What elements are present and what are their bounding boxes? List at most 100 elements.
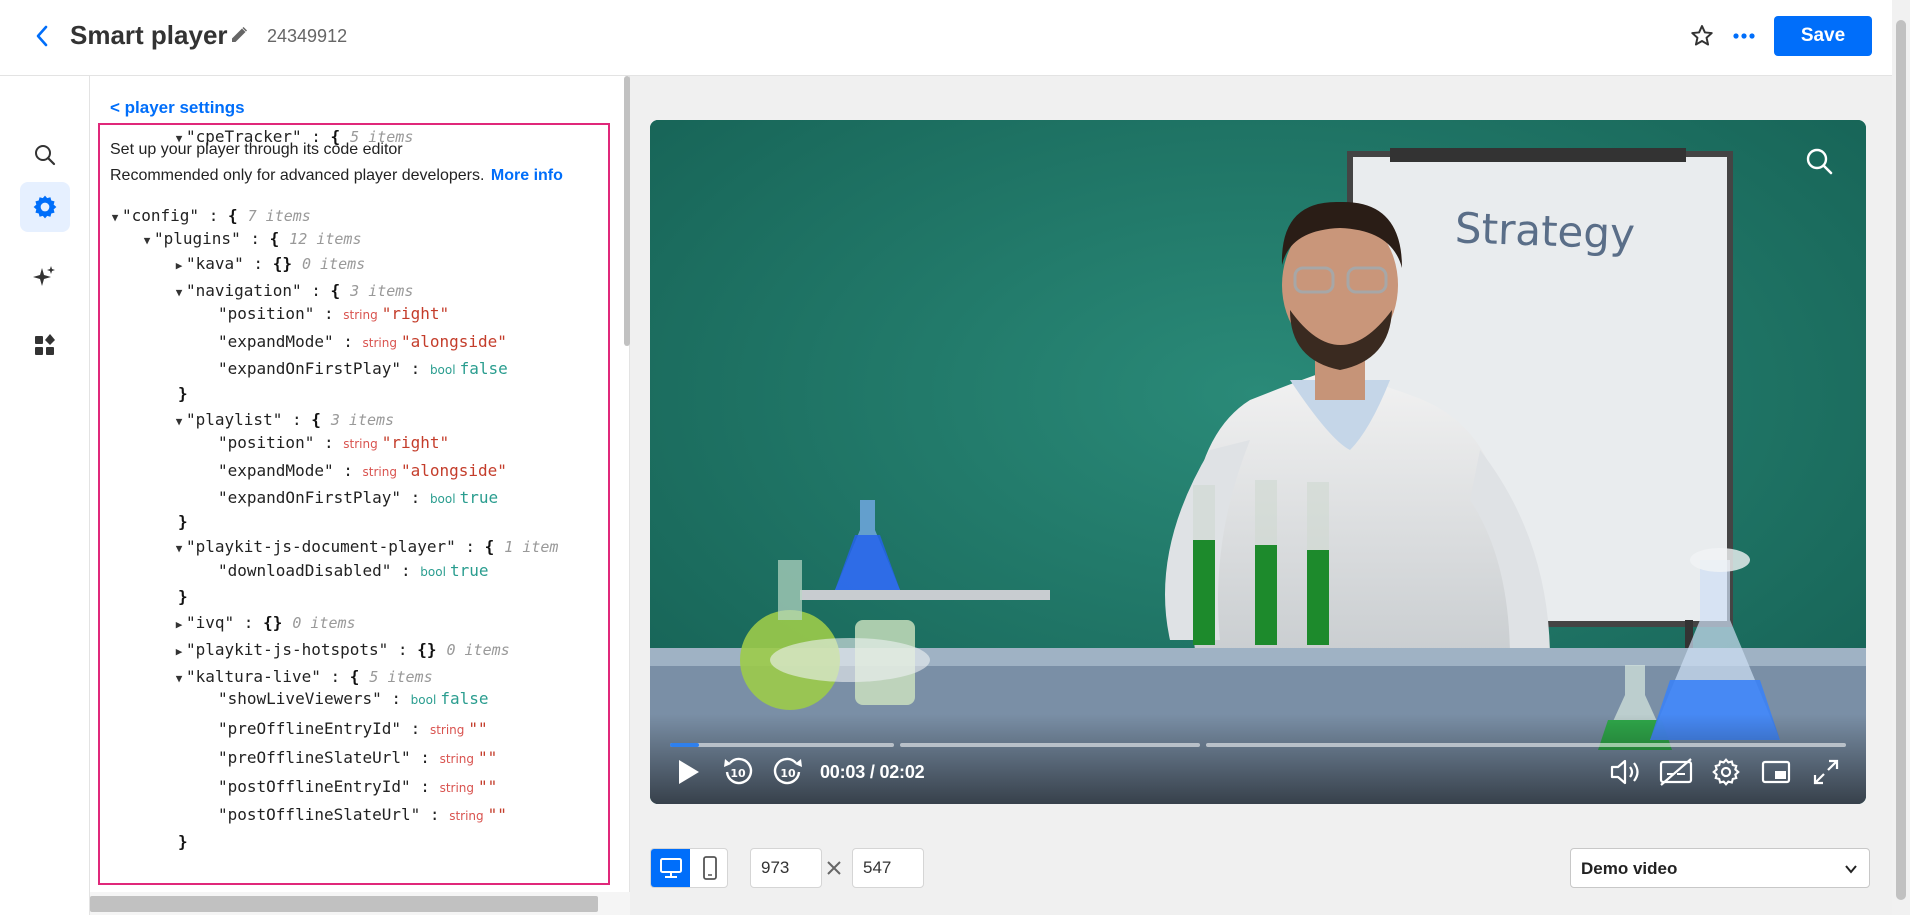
- json-tree-line[interactable]: ▼ "config" : {7 items: [108, 204, 311, 228]
- rail-plugins-button[interactable]: [20, 320, 70, 370]
- height-input[interactable]: [852, 848, 924, 888]
- json-tree-line[interactable]: ▼ "plugins" : {12 items: [140, 227, 362, 251]
- rail-settings-button[interactable]: [20, 182, 70, 232]
- settings-button[interactable]: [1708, 754, 1744, 790]
- json-tree-line[interactable]: ▶ "playkit-js-hotspots" : {} 0 items: [172, 638, 510, 662]
- caret-right-icon[interactable]: ▶: [172, 640, 186, 664]
- forward-10-button[interactable]: 10: [770, 754, 806, 790]
- caret-right-icon[interactable]: ▶: [172, 613, 186, 637]
- rail-search-button[interactable]: [20, 130, 70, 180]
- caret-down-icon[interactable]: ▼: [172, 281, 186, 305]
- json-value-type: string: [362, 336, 397, 350]
- json-value[interactable]: false: [440, 689, 488, 708]
- json-tree-line[interactable]: ▼ "cpeTracker" : {5 items: [172, 125, 414, 151]
- json-tree-line: "position" : string "right": [218, 433, 450, 452]
- json-brace: }: [178, 512, 188, 531]
- caret-down-icon[interactable]: ▼: [172, 537, 186, 561]
- edit-title-button[interactable]: [226, 22, 252, 48]
- json-value[interactable]: true: [450, 561, 489, 580]
- json-tree-line[interactable]: ▼ "navigation" : {3 items: [172, 279, 414, 305]
- json-value-type: bool: [429, 363, 456, 377]
- json-value-type: string: [343, 437, 378, 451]
- caret-down-icon[interactable]: ▼: [172, 667, 186, 691]
- json-brace: }: [178, 832, 188, 851]
- json-tree-line[interactable]: ▼ "kaltura-live" : {5 items: [172, 665, 433, 689]
- desktop-view-button[interactable]: [651, 849, 690, 887]
- json-tree-line[interactable]: ▼ "playlist" : {3 items: [172, 408, 394, 432]
- json-brace: {: [484, 537, 495, 556]
- json-item-count: 5 items: [350, 128, 414, 146]
- forward-10-icon: 10: [773, 757, 802, 785]
- more-info-link[interactable]: More info: [491, 167, 563, 184]
- player-settings-back-link[interactable]: < player settings: [110, 98, 245, 118]
- video-search-button[interactable]: [1804, 146, 1836, 178]
- json-tree-line: "expandMode" : string "alongside": [218, 461, 507, 480]
- page-title: Smart player: [70, 20, 228, 50]
- json-value-type: string: [449, 809, 484, 823]
- captions-off-button[interactable]: [1658, 754, 1694, 790]
- json-tree-line[interactable]: ▼ "playkit-js-document-player" : {1 item: [172, 535, 559, 561]
- favorite-button[interactable]: [1686, 20, 1718, 52]
- desktop-icon: [659, 858, 682, 878]
- video-player[interactable]: Strategy 10 10 00:03 / 02:02: [650, 120, 1866, 804]
- media-select[interactable]: Demo video: [1570, 848, 1870, 888]
- json-value[interactable]: "alongside": [401, 461, 507, 480]
- json-value-type: bool: [410, 693, 437, 707]
- seek-bar[interactable]: [670, 743, 1846, 747]
- json-value[interactable]: "alongside": [401, 332, 507, 351]
- json-key: "position": [218, 433, 315, 452]
- json-key: "expandOnFirstPlay": [218, 488, 402, 507]
- svg-text:10: 10: [780, 767, 796, 780]
- fullscreen-button[interactable]: [1808, 754, 1844, 790]
- caret-down-icon[interactable]: ▼: [140, 229, 154, 253]
- json-value[interactable]: false: [460, 359, 508, 378]
- json-value[interactable]: true: [460, 488, 499, 507]
- json-value-type: bool: [420, 565, 446, 579]
- json-value-type: string: [439, 781, 475, 795]
- search-icon: [35, 145, 56, 166]
- json-value[interactable]: "": [478, 777, 497, 796]
- pencil-icon: [232, 26, 248, 42]
- caret-right-icon[interactable]: ▶: [172, 254, 186, 278]
- json-value[interactable]: "right": [382, 433, 449, 452]
- editor-description-line2: Recommended only for advanced player dev…: [110, 167, 485, 184]
- json-tree-line[interactable]: ▶ "ivq" : {} 0 items: [172, 611, 356, 635]
- json-value[interactable]: "right": [382, 304, 449, 323]
- json-tree-line[interactable]: ▶ "kava" : {} 0 items: [172, 252, 366, 278]
- more-options-button[interactable]: [1728, 20, 1760, 52]
- chevron-left-icon: [36, 25, 48, 47]
- gear-icon: [1712, 758, 1740, 786]
- mobile-view-button[interactable]: [690, 849, 727, 887]
- json-item-count: 0 items: [446, 641, 510, 659]
- json-tree-line: "expandOnFirstPlay" : bool true: [218, 488, 499, 507]
- json-key: "downloadDisabled": [218, 561, 392, 580]
- width-input[interactable]: [750, 848, 822, 888]
- back-button[interactable]: [28, 20, 56, 52]
- save-button[interactable]: Save: [1774, 16, 1872, 56]
- rewind-10-button[interactable]: 10: [720, 754, 756, 790]
- play-button[interactable]: [670, 754, 706, 790]
- json-key: "cpeTracker": [186, 127, 302, 146]
- code-editor[interactable]: Set up your player through its code edit…: [98, 123, 610, 885]
- page-scrollbar[interactable]: [1892, 0, 1910, 915]
- json-key: "preOfflineEntryId": [218, 719, 402, 738]
- json-tree-line: "postOfflineEntryId" : string "": [218, 777, 498, 796]
- json-brace: {}: [417, 640, 437, 659]
- json-brace: {: [269, 229, 280, 248]
- rail-ai-button[interactable]: [20, 252, 70, 302]
- caret-down-icon[interactable]: ▼: [108, 206, 122, 230]
- json-key: "playkit-js-document-player": [186, 537, 456, 556]
- picture-in-picture-button[interactable]: [1758, 754, 1794, 790]
- json-item-count: 3 items: [330, 411, 395, 429]
- caret-down-icon[interactable]: ▼: [172, 410, 186, 434]
- panel-horizontal-scrollbar[interactable]: [90, 892, 630, 915]
- rewind-10-icon: 10: [724, 757, 753, 785]
- top-header: Smart player 24349912 Save: [0, 0, 1892, 76]
- json-value[interactable]: "": [478, 748, 497, 767]
- captions-off-icon: [1659, 758, 1693, 786]
- caret-down-icon[interactable]: ▼: [172, 127, 186, 151]
- json-value[interactable]: "": [488, 805, 507, 824]
- json-tree-line: "preOfflineSlateUrl" : string "": [218, 748, 498, 767]
- volume-button[interactable]: [1608, 754, 1644, 790]
- json-value[interactable]: "": [468, 719, 487, 738]
